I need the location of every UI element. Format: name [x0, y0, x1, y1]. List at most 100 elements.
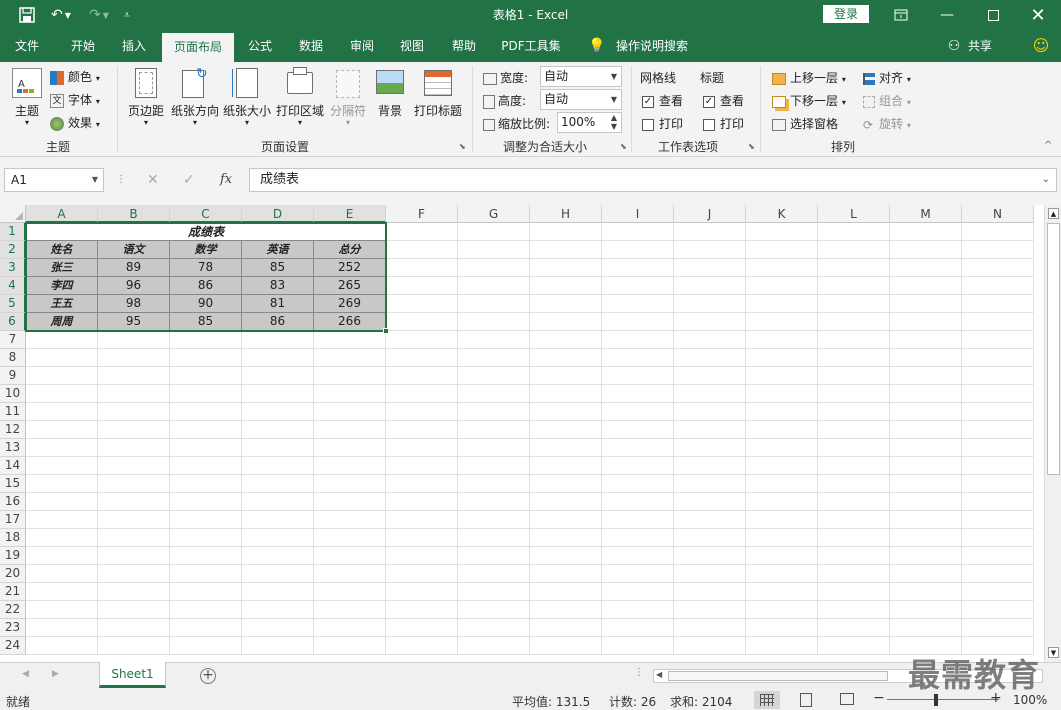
- cell[interactable]: [602, 457, 674, 475]
- cell[interactable]: [962, 619, 1034, 637]
- cell[interactable]: [890, 259, 962, 277]
- cell[interactable]: [386, 511, 458, 529]
- cell[interactable]: [314, 457, 386, 475]
- cell[interactable]: [962, 529, 1034, 547]
- cell[interactable]: [746, 637, 818, 655]
- cell[interactable]: [314, 637, 386, 655]
- tab-pdf-tools[interactable]: PDF工具集: [496, 30, 566, 62]
- share-button[interactable]: 共享: [964, 30, 996, 62]
- cell[interactable]: [818, 457, 890, 475]
- margins-button[interactable]: 页边距 ▾: [125, 66, 167, 134]
- cell[interactable]: [818, 295, 890, 313]
- fonts-button[interactable]: 文字体 ▾: [50, 91, 100, 108]
- cell[interactable]: [242, 529, 314, 547]
- cell[interactable]: [386, 457, 458, 475]
- cell[interactable]: [674, 331, 746, 349]
- cell[interactable]: [386, 385, 458, 403]
- table-data-cell[interactable]: 78: [170, 259, 242, 277]
- row-header-23[interactable]: 23: [0, 619, 26, 637]
- tab-data[interactable]: 数据: [288, 30, 334, 62]
- cell[interactable]: [386, 259, 458, 277]
- background-button[interactable]: 背景: [372, 66, 408, 134]
- cell[interactable]: [602, 511, 674, 529]
- cell[interactable]: [674, 241, 746, 259]
- cell[interactable]: [458, 313, 530, 331]
- row-header-13[interactable]: 13: [0, 439, 26, 457]
- cell[interactable]: [170, 457, 242, 475]
- cell[interactable]: [962, 241, 1034, 259]
- cell[interactable]: [674, 601, 746, 619]
- themes-button[interactable]: A 主题 ▾: [8, 66, 46, 134]
- cell[interactable]: [314, 511, 386, 529]
- cell[interactable]: [458, 241, 530, 259]
- cell[interactable]: [386, 349, 458, 367]
- cell[interactable]: [458, 385, 530, 403]
- cell[interactable]: [242, 367, 314, 385]
- cell[interactable]: [674, 619, 746, 637]
- cell[interactable]: [674, 565, 746, 583]
- cell[interactable]: [602, 259, 674, 277]
- cell[interactable]: [26, 439, 98, 457]
- cell[interactable]: [962, 313, 1034, 331]
- cell[interactable]: [962, 457, 1034, 475]
- cell[interactable]: [458, 529, 530, 547]
- save-icon[interactable]: [16, 0, 38, 30]
- cell[interactable]: [242, 601, 314, 619]
- cell[interactable]: [98, 511, 170, 529]
- cell[interactable]: [602, 547, 674, 565]
- formula-input[interactable]: 成绩表 ⌄: [249, 168, 1057, 192]
- cell[interactable]: [746, 493, 818, 511]
- cell[interactable]: [674, 313, 746, 331]
- cell[interactable]: [98, 637, 170, 655]
- print-titles-button[interactable]: 打印标题: [410, 66, 466, 134]
- cell[interactable]: [746, 475, 818, 493]
- redo-icon[interactable]: ↷ ▼: [84, 0, 114, 30]
- cell[interactable]: [530, 529, 602, 547]
- cell[interactable]: [602, 439, 674, 457]
- cell[interactable]: [170, 385, 242, 403]
- cell[interactable]: [962, 295, 1034, 313]
- cell[interactable]: [890, 331, 962, 349]
- page-setup-launcher-icon[interactable]: ⬊: [459, 142, 466, 151]
- collapse-ribbon-icon[interactable]: ^: [1044, 140, 1052, 151]
- cell[interactable]: [26, 385, 98, 403]
- cell[interactable]: [962, 277, 1034, 295]
- tab-page-layout[interactable]: 页面布局: [162, 33, 234, 62]
- tab-review[interactable]: 审阅: [340, 30, 384, 62]
- cell[interactable]: [242, 457, 314, 475]
- cell[interactable]: [98, 439, 170, 457]
- table-header-cell[interactable]: 英语: [242, 241, 314, 259]
- cell[interactable]: [242, 421, 314, 439]
- cell[interactable]: [818, 259, 890, 277]
- cell[interactable]: [890, 385, 962, 403]
- cell[interactable]: [602, 403, 674, 421]
- cell[interactable]: [746, 403, 818, 421]
- cell[interactable]: [674, 475, 746, 493]
- column-header-h[interactable]: H: [530, 205, 602, 223]
- scale-stepper[interactable]: 100% ▲ ▼: [557, 112, 622, 133]
- cell[interactable]: [170, 547, 242, 565]
- table-header-cell[interactable]: 语文: [98, 241, 170, 259]
- cell[interactable]: [170, 421, 242, 439]
- row-header-18[interactable]: 18: [0, 529, 26, 547]
- cell[interactable]: [746, 529, 818, 547]
- count-status[interactable]: 计数: 26: [609, 693, 656, 710]
- print-area-button[interactable]: 打印区域 ▾: [274, 66, 326, 134]
- prev-sheet-icon[interactable]: ◀: [22, 669, 29, 679]
- cell[interactable]: [602, 529, 674, 547]
- row-header-11[interactable]: 11: [0, 403, 26, 421]
- cell[interactable]: [602, 421, 674, 439]
- cell[interactable]: [962, 439, 1034, 457]
- cell[interactable]: [98, 367, 170, 385]
- align-button[interactable]: 对齐 ▾: [863, 69, 911, 86]
- row-header-16[interactable]: 16: [0, 493, 26, 511]
- cell[interactable]: [602, 475, 674, 493]
- cell[interactable]: [890, 367, 962, 385]
- sheet-tab-sheet1[interactable]: Sheet1: [99, 662, 166, 688]
- cell[interactable]: [962, 331, 1034, 349]
- cell[interactable]: [746, 331, 818, 349]
- cell[interactable]: [458, 619, 530, 637]
- cell[interactable]: [962, 475, 1034, 493]
- cell[interactable]: [674, 385, 746, 403]
- cell[interactable]: [674, 367, 746, 385]
